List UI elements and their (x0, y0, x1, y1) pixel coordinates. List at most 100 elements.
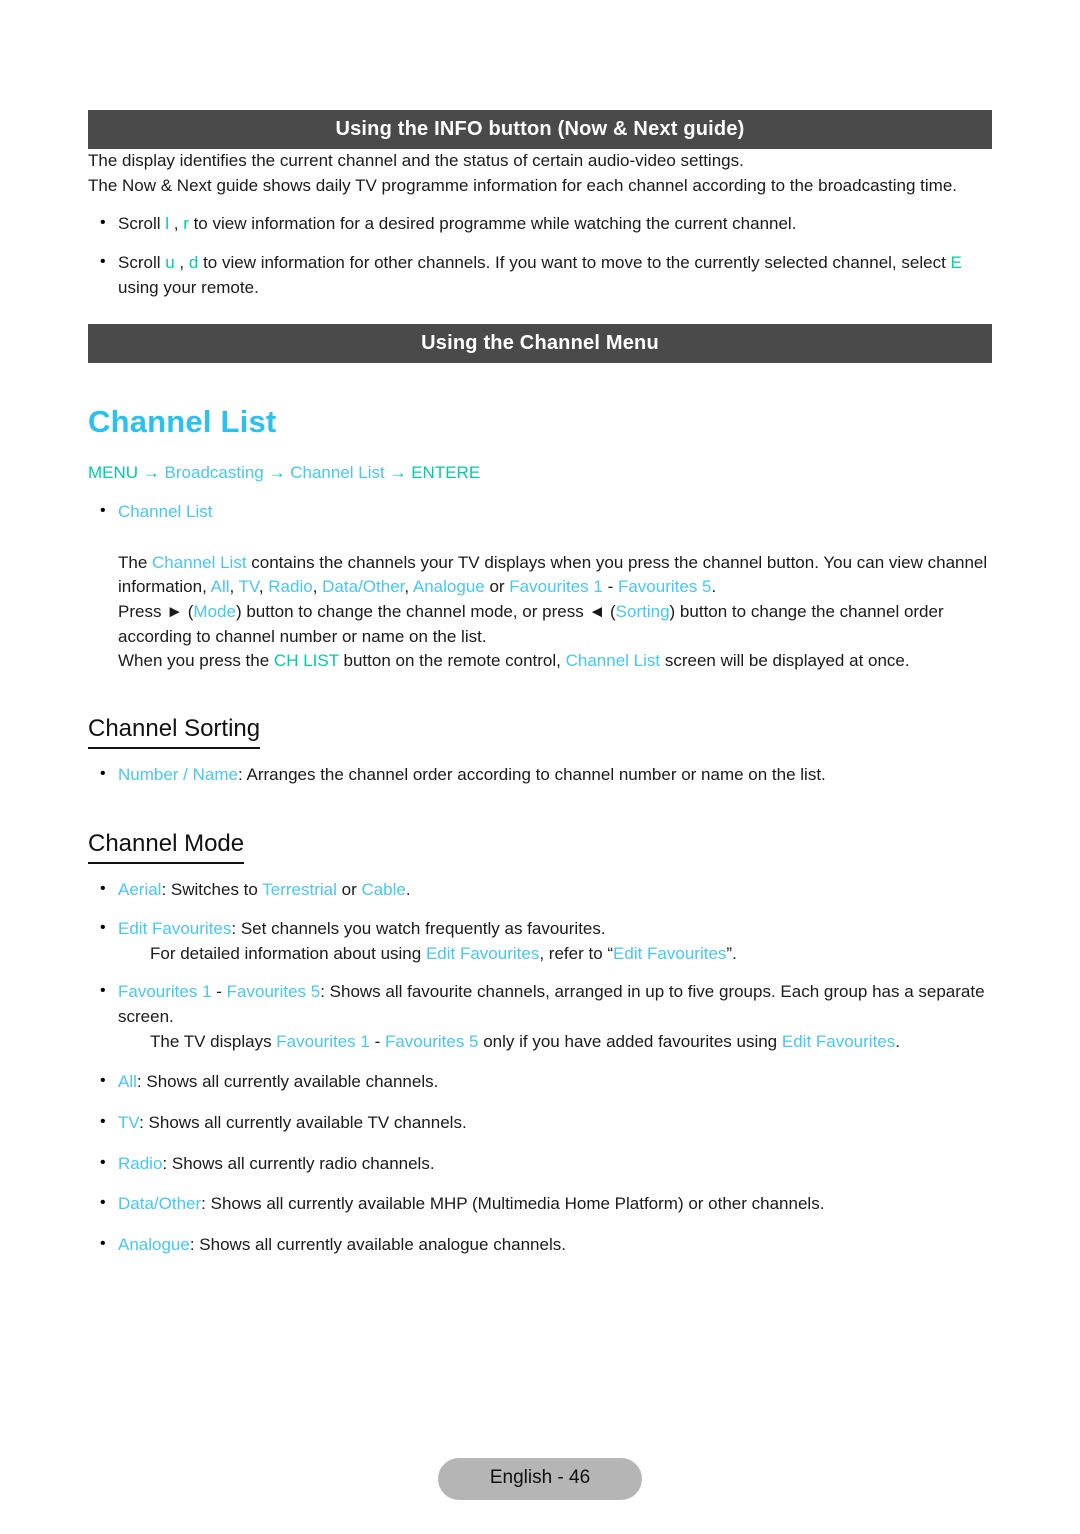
term-favourites-5: Favourites 5 (226, 982, 321, 1002)
text: : Arranges the channel order according t… (237, 764, 826, 784)
sub-paragraph-favourites: The TV displays Favourites 1 - Favourite… (88, 1030, 992, 1055)
channel-menu-bullet-list: Channel List (88, 499, 992, 525)
term-channel-list: Channel List (152, 552, 247, 572)
bullet-text: Scroll (118, 252, 166, 272)
term-terrestrial: Terrestrial (262, 880, 337, 900)
section-header-info-button: Using the INFO button (Now & Next guide) (88, 110, 992, 149)
bullet-text: Scroll (118, 214, 166, 234)
term-tv: TV (238, 577, 259, 597)
text: , (312, 577, 323, 597)
term-edit-favourites: Edit Favourites (781, 1031, 896, 1051)
section-header-channel-menu: Using the Channel Menu (88, 324, 992, 364)
term-all: All (118, 1072, 137, 1092)
arrow-left-glyph-icon: ◄ (588, 601, 606, 621)
term-analogue: Analogue (412, 577, 485, 597)
bullet-text: to view information for a desired progra… (188, 214, 797, 234)
list-item: Scroll l , r to view information for a d… (88, 211, 992, 237)
text: : Set channels you watch frequently as f… (231, 919, 606, 939)
channel-list-paragraph-1: The Channel List contains the channels y… (88, 551, 992, 600)
term-cable: Cable (361, 880, 406, 900)
term-mode: Mode (193, 601, 236, 621)
list-item: All: Shows all currently available chann… (88, 1069, 992, 1095)
term-sorting: Sorting (615, 601, 670, 621)
term-edit-favourites: Edit Favourites (425, 943, 540, 963)
term-edit-favourites: Edit Favourites (118, 919, 232, 939)
channel-list-paragraph-2: Press ► (Mode) button to change the chan… (88, 600, 992, 649)
text: ( (183, 601, 194, 621)
text: - (211, 982, 227, 1002)
text: ( (605, 601, 616, 621)
term-analogue: Analogue (118, 1234, 190, 1254)
list-item: Channel List (88, 499, 992, 525)
list-item: Radio: Shows all currently radio channel… (88, 1151, 992, 1177)
key-ch-list: CH LIST (273, 651, 339, 671)
text: or (484, 577, 510, 597)
term-number-name: Number / Name (118, 764, 238, 784)
term-radio: Radio (268, 577, 313, 597)
term-favourites-1: Favourites 1 (276, 1031, 370, 1051)
page-content: Using the INFO button (Now & Next guide)… (88, 0, 992, 1257)
list-item: Favourites 1 - Favourites 5: Shows all f… (88, 979, 992, 1029)
text: , refer to “ (539, 943, 614, 963)
channel-list-paragraph-3: When you press the CH LIST button on the… (88, 649, 992, 674)
list-item: Aerial: Switches to Terrestrial or Cable… (88, 877, 992, 903)
text: or (336, 880, 362, 900)
bullet-text: , (169, 214, 184, 234)
heading-channel-mode: Channel Mode (88, 829, 245, 865)
key-glyph-enter: E (950, 252, 962, 272)
document-page: Using the INFO button (Now & Next guide)… (0, 0, 1080, 1534)
term-tv: TV (118, 1112, 140, 1132)
menu-bullet-label: Channel List (118, 501, 213, 521)
arrow-right-icon: → (389, 463, 407, 483)
bullet-text: , (174, 252, 189, 272)
text: , (258, 577, 269, 597)
term-all: All (210, 577, 230, 597)
channel-sorting-heading-wrap: Channel Sorting (88, 714, 992, 749)
text: : Shows all currently available MHP (Mul… (201, 1194, 825, 1214)
text: - (602, 577, 618, 597)
text: : Shows all currently available channels… (136, 1072, 439, 1092)
text: : Shows all currently available analogue… (189, 1234, 566, 1254)
text: , (404, 577, 413, 597)
term-favourites-5: Favourites 5 (617, 577, 712, 597)
page-number-badge: English - 46 (437, 1458, 643, 1500)
bullet-text: using your remote. (118, 277, 259, 297)
term-favourites-5: Favourites 5 (384, 1031, 479, 1051)
text: : Shows all currently available TV chann… (139, 1112, 467, 1132)
term-favourites-1: Favourites 1 (509, 577, 603, 597)
text: , (229, 577, 239, 597)
bullet-text: to view information for other channels. … (198, 252, 951, 272)
menu-path-breadcrumb: MENU → Broadcasting → Channel List → ENT… (88, 461, 992, 486)
list-item: Edit Favourites: Set channels you watch … (88, 916, 992, 942)
heading-channel-sorting: Channel Sorting (88, 714, 261, 749)
text: For detailed information about using (150, 943, 426, 963)
intro-paragraph-1: The display identifies the current chann… (88, 151, 744, 170)
text: Press (118, 601, 167, 621)
text: screen will be displayed at once. (660, 651, 910, 671)
arrow-right-icon: → (142, 463, 160, 483)
channel-mode-bullet-list-b: Favourites 1 - Favourites 5: Shows all f… (88, 979, 992, 1029)
text: The TV displays (150, 1031, 277, 1051)
info-bullet-list: Scroll l , r to view information for a d… (88, 211, 992, 300)
list-item: Analogue: Shows all currently available … (88, 1232, 992, 1258)
list-item: TV: Shows all currently available TV cha… (88, 1110, 992, 1136)
channel-mode-heading-wrap: Channel Mode (88, 829, 992, 865)
menu-path-step-1: Broadcasting (164, 463, 264, 483)
list-item: Scroll u , d to view information for oth… (88, 250, 992, 300)
channel-mode-simple-list: All: Shows all currently available chann… (88, 1069, 992, 1258)
page-footer: English - 46 (0, 1458, 1080, 1500)
channel-sorting-bullet-list: Number / Name: Arranges the channel orde… (88, 762, 992, 788)
key-glyph-down: d (188, 252, 199, 272)
menu-path-step-2: Channel List (290, 463, 385, 483)
term-channel-list: Channel List (565, 651, 661, 671)
term-edit-favourites-quoted: Edit Favourites (613, 943, 727, 963)
term-favourites-1: Favourites 1 (118, 982, 212, 1002)
term-data-other: Data/Other (118, 1194, 202, 1214)
text: . (895, 1031, 900, 1051)
arrow-right-icon: → (268, 463, 286, 483)
text: only if you have added favourites using (478, 1031, 782, 1051)
text: . (711, 577, 717, 597)
channel-mode-bullet-list-a: Aerial: Switches to Terrestrial or Cable… (88, 877, 992, 942)
text: . (405, 880, 411, 900)
intro-paragraph-2: The Now & Next guide shows daily TV prog… (88, 175, 958, 195)
